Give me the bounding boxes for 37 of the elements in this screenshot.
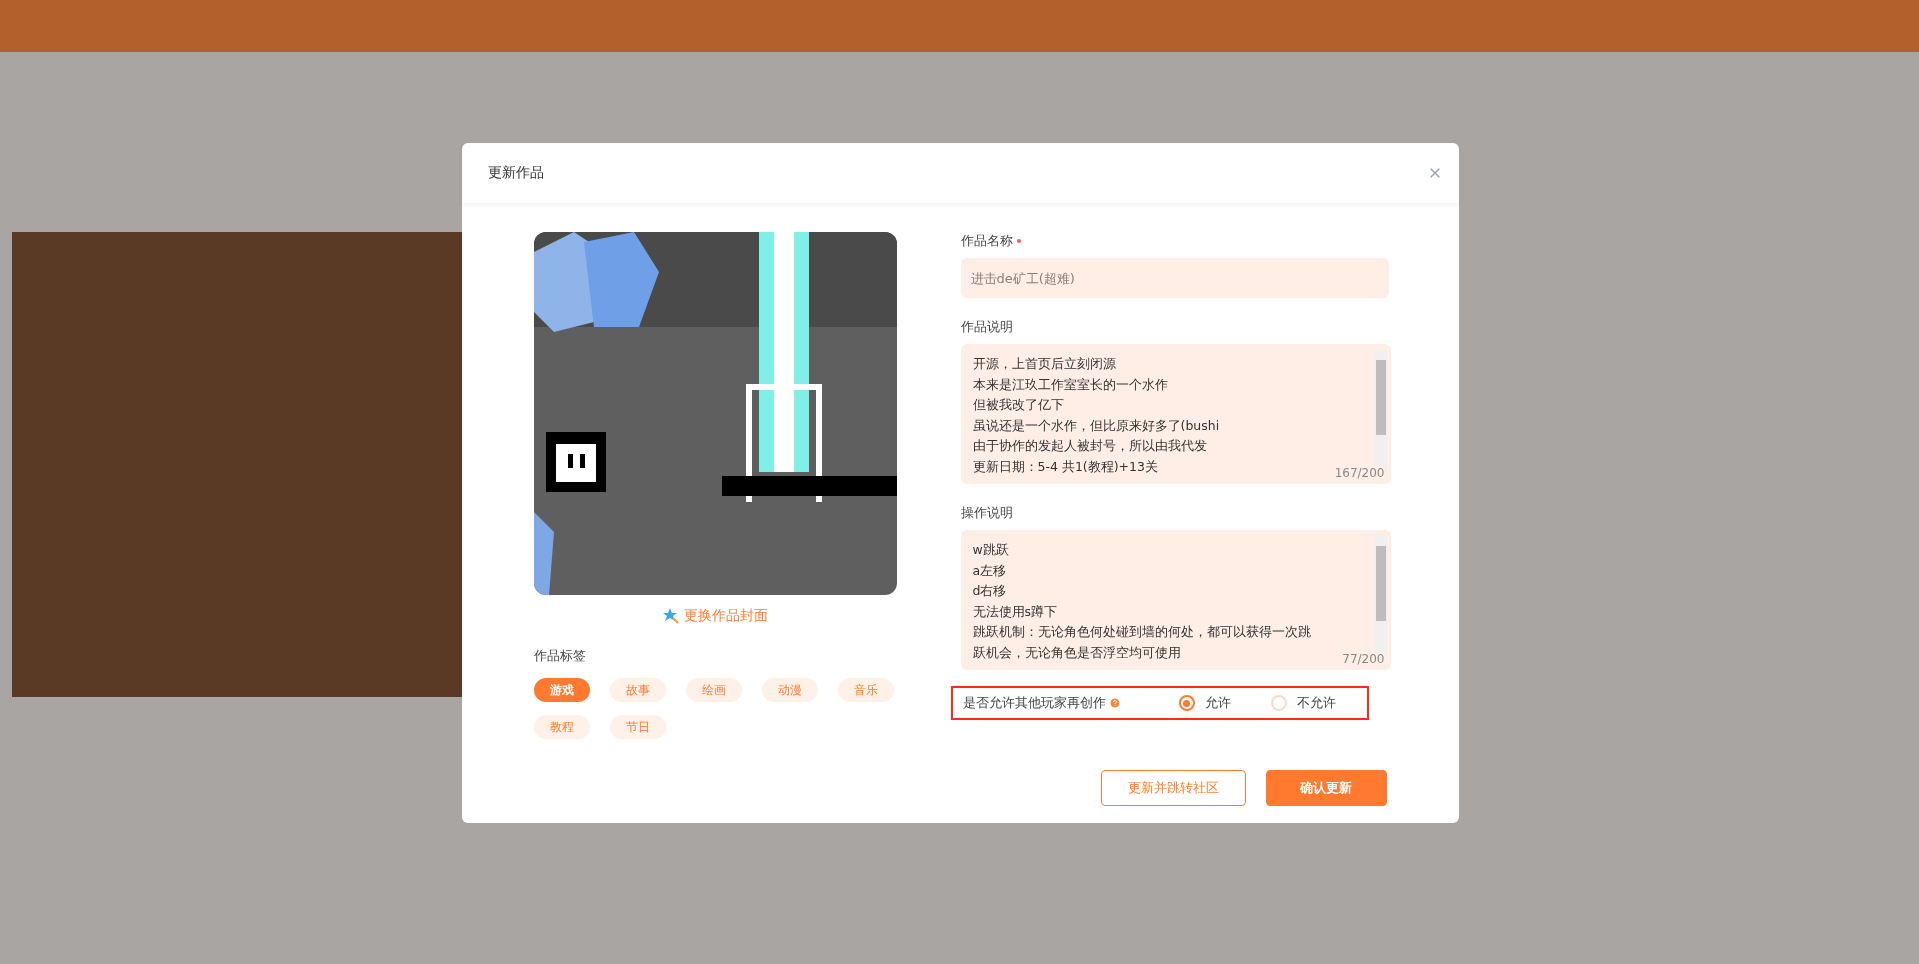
remix-label: 是否允许其他玩家再创作 xyxy=(962,694,1106,712)
text-line: 虽说还是一个水作，但比原来好多了(bushi xyxy=(972,416,1220,435)
star-wand-icon xyxy=(662,608,680,624)
tag-chip[interactable]: 动漫 xyxy=(761,678,818,702)
dialog-title: 更新作品 xyxy=(487,164,544,182)
text-line: 但被我改了亿下 xyxy=(972,396,1064,414)
name-input-field[interactable]: 进击de矿工(超难) xyxy=(960,258,1389,298)
secondary-button[interactable]: 更新并跳转社区 xyxy=(1100,770,1246,806)
radio-option[interactable]: 允许 xyxy=(1178,694,1231,712)
tag-chip[interactable]: 节日 xyxy=(609,715,666,739)
text-line: 由于协作的发起人被封号，所以由我代发 xyxy=(972,437,1207,455)
text-line: w跳跃 xyxy=(972,541,1009,559)
change-cover-link[interactable]: 更换作品封面 xyxy=(662,607,768,625)
tag-chip[interactable]: 绘画 xyxy=(685,678,742,702)
tag-chip[interactable]: 故事 xyxy=(609,678,666,702)
tag-chip[interactable]: 音乐 xyxy=(837,678,894,702)
text-area[interactable]: w跳跃 a左移 d右移 无法使用s蹲下 跳跃机制：无论角色何处碰到墙的何处，都可以获得一次跳 跃机会，无论角色是否浮空均可使用 77/200 xyxy=(960,530,1391,670)
text-line: 跳跃机制：无论角色何处碰到墙的何处，都可以获得一次跳 xyxy=(972,623,1311,641)
text-line: d右移 xyxy=(972,582,1007,600)
field-label: 作品说明 xyxy=(960,318,1013,336)
tag-chip[interactable]: 游戏 xyxy=(533,678,590,702)
text-area[interactable]: 开源，上首页后立刻闭源 本来是江玖工作室室长的一个水作 但被我改了亿下 虽说还是一个水作，但比原来好多了(bushi 由于协作的发起人被封号，所以由我代发 更新日期：5-4 共1(教程)+13关 167/200 xyxy=(960,344,1391,484)
field-label: 操作说明 xyxy=(960,504,1013,522)
text-line: 跃机会，无论角色是否浮空均可使用 xyxy=(972,643,1181,662)
text-line: a左移 xyxy=(972,561,1007,580)
text-line: 开源，上首页后立刻闭源 xyxy=(972,355,1116,373)
tag-chip[interactable]: 教程 xyxy=(533,715,590,739)
text-line: 更新日期：5-4 共1(教程)+13关 xyxy=(972,457,1158,476)
text-line: 无法使用s蹲下 xyxy=(972,602,1057,621)
tags-label: 作品标签 xyxy=(533,647,587,665)
char-counter: 167/200 xyxy=(1334,466,1385,480)
help-icon[interactable] xyxy=(1108,697,1121,709)
confirm-button[interactable]: 确认更新 xyxy=(1265,770,1387,806)
field-label: 作品名称 xyxy=(960,232,1013,250)
char-counter: 77/200 xyxy=(1342,652,1385,666)
radio-option[interactable]: 不允许 xyxy=(1270,694,1336,712)
text-line: 本来是江玖工作室室长的一个水作 xyxy=(972,375,1168,394)
